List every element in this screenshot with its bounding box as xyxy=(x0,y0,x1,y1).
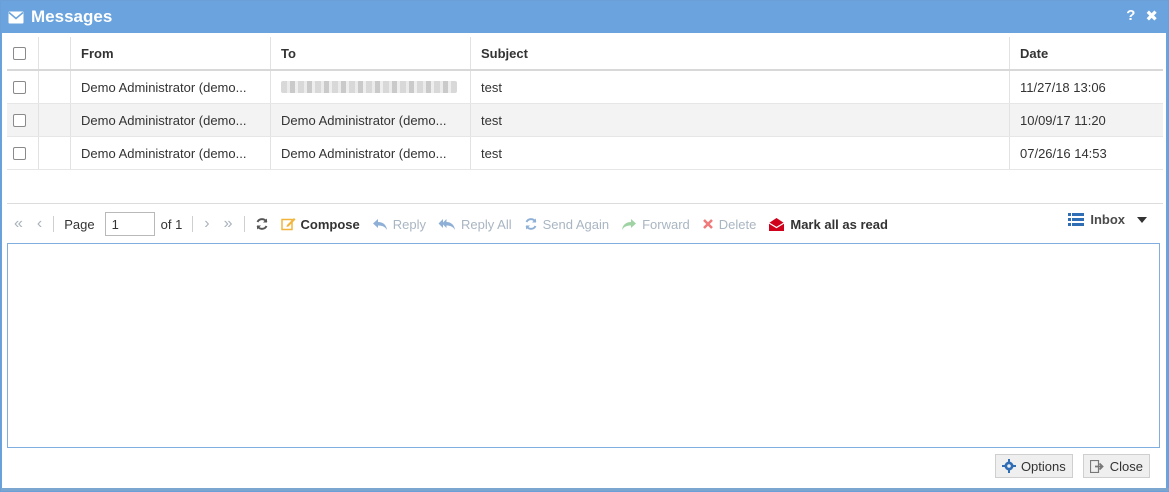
row-checkbox-cell[interactable] xyxy=(7,104,39,136)
row-to-redacted xyxy=(271,71,471,103)
column-header-date[interactable]: Date xyxy=(1010,37,1163,69)
close-button[interactable]: Close xyxy=(1082,454,1150,478)
reply-button[interactable]: Reply xyxy=(366,212,432,236)
row-from: Demo Administrator (demo... xyxy=(71,137,271,169)
column-header-from[interactable]: From xyxy=(71,37,271,69)
mark-all-read-button[interactable]: Mark all as read xyxy=(762,212,894,236)
redacted-recipient xyxy=(281,81,457,93)
delete-label: Delete xyxy=(718,216,757,232)
forward-icon xyxy=(622,218,637,230)
select-all-cell[interactable] xyxy=(7,37,39,69)
reply-all-button[interactable]: Reply All xyxy=(432,212,518,236)
help-button[interactable]: ? xyxy=(1126,7,1135,25)
send-again-label: Send Again xyxy=(542,216,610,232)
window-title: Messages xyxy=(31,7,113,26)
row-date: 07/26/16 14:53 xyxy=(1020,145,1107,161)
row-flag-cell xyxy=(39,104,71,136)
row-checkbox[interactable] xyxy=(13,146,26,160)
envelope-icon xyxy=(7,8,25,26)
row-to: Demo Administrator (demo... xyxy=(271,104,471,136)
inbox-label: Inbox xyxy=(1090,212,1125,227)
page-label: Page xyxy=(64,216,95,232)
delete-icon xyxy=(702,219,713,229)
row-from: Demo Administrator (demo... xyxy=(71,71,271,103)
sign-out-icon xyxy=(1089,459,1104,473)
table-row[interactable]: Demo Administrator (demo... test 11/27/1… xyxy=(7,71,1163,104)
reply-all-icon xyxy=(438,218,456,230)
compose-label: Compose xyxy=(300,216,360,232)
title-bar[interactable]: Messages ? ✖ xyxy=(1,1,1168,33)
row-checkbox[interactable] xyxy=(13,80,26,94)
previous-page-icon[interactable]: ‹ xyxy=(30,215,49,233)
row-checkbox-cell[interactable] xyxy=(7,137,39,169)
window-bottom-border xyxy=(1,488,1169,491)
grid-bottom-divider xyxy=(7,203,1163,204)
row-from: Demo Administrator (demo... xyxy=(71,104,271,136)
flag-column-header xyxy=(39,37,71,69)
delete-button[interactable]: Delete xyxy=(696,212,763,236)
window-right-border xyxy=(1166,33,1168,492)
column-header-to[interactable]: To xyxy=(271,37,471,69)
grid-header: From To Subject Date xyxy=(7,37,1163,71)
close-window-button[interactable]: ✖ xyxy=(1145,7,1158,25)
open-envelope-icon xyxy=(769,217,785,231)
row-subject: test xyxy=(471,71,1010,103)
forward-button[interactable]: Forward xyxy=(615,212,696,236)
row-flag-cell xyxy=(39,71,71,103)
toolbar-separator xyxy=(53,216,55,232)
column-header-subject[interactable]: Subject xyxy=(471,37,1010,69)
refresh-icon xyxy=(256,218,267,230)
row-date: 11/27/18 13:06 xyxy=(1020,79,1106,95)
message-preview-pane[interactable] xyxy=(7,243,1160,448)
window-left-border xyxy=(1,33,2,492)
table-row[interactable]: Demo Administrator (demo... Demo Adminis… xyxy=(7,104,1163,137)
list-icon xyxy=(1068,213,1085,226)
row-checkbox-cell[interactable] xyxy=(7,71,39,103)
toolbar-separator xyxy=(243,216,245,232)
page-count-label: of 1 xyxy=(160,216,183,232)
mark-all-read-label: Mark all as read xyxy=(790,216,888,232)
row-subject: test xyxy=(471,104,1010,136)
reply-all-label: Reply All xyxy=(461,216,512,232)
row-subject: test xyxy=(471,137,1010,169)
refresh-button[interactable] xyxy=(249,212,275,236)
page-number-input[interactable] xyxy=(104,212,155,236)
row-date: 10/09/17 11:20 xyxy=(1020,112,1106,128)
first-page-icon[interactable]: « xyxy=(7,215,30,233)
chevron-down-icon xyxy=(1137,216,1147,223)
send-again-button[interactable]: Send Again xyxy=(518,212,616,236)
compose-button[interactable]: Compose xyxy=(275,212,366,236)
messages-toolbar: « ‹ Page of 1 › » Compose Reply Reply Al… xyxy=(7,208,1163,240)
gear-icon xyxy=(1001,459,1016,473)
reply-icon xyxy=(372,218,387,230)
select-all-checkbox[interactable] xyxy=(13,46,26,60)
table-row[interactable]: Demo Administrator (demo... Demo Adminis… xyxy=(7,137,1163,170)
reply-label: Reply xyxy=(392,216,427,232)
row-to: Demo Administrator (demo... xyxy=(271,137,471,169)
row-flag-cell xyxy=(39,137,71,169)
dialog-footer: Options Close xyxy=(994,454,1150,478)
options-label: Options xyxy=(1020,458,1066,474)
messages-window: Messages ? ✖ From To Subject Date Demo A… xyxy=(0,0,1169,492)
row-checkbox[interactable] xyxy=(13,113,26,127)
next-page-icon[interactable]: › xyxy=(197,215,216,233)
send-again-icon xyxy=(525,218,536,230)
messages-grid: From To Subject Date Demo Administrator … xyxy=(7,37,1163,170)
compose-icon xyxy=(280,218,296,231)
toolbar-separator xyxy=(192,216,194,232)
inbox-folder-dropdown[interactable]: Inbox xyxy=(1068,212,1147,227)
close-label: Close xyxy=(1109,458,1143,474)
options-button[interactable]: Options xyxy=(994,454,1073,478)
last-page-icon[interactable]: » xyxy=(217,215,240,233)
forward-label: Forward xyxy=(642,216,690,232)
